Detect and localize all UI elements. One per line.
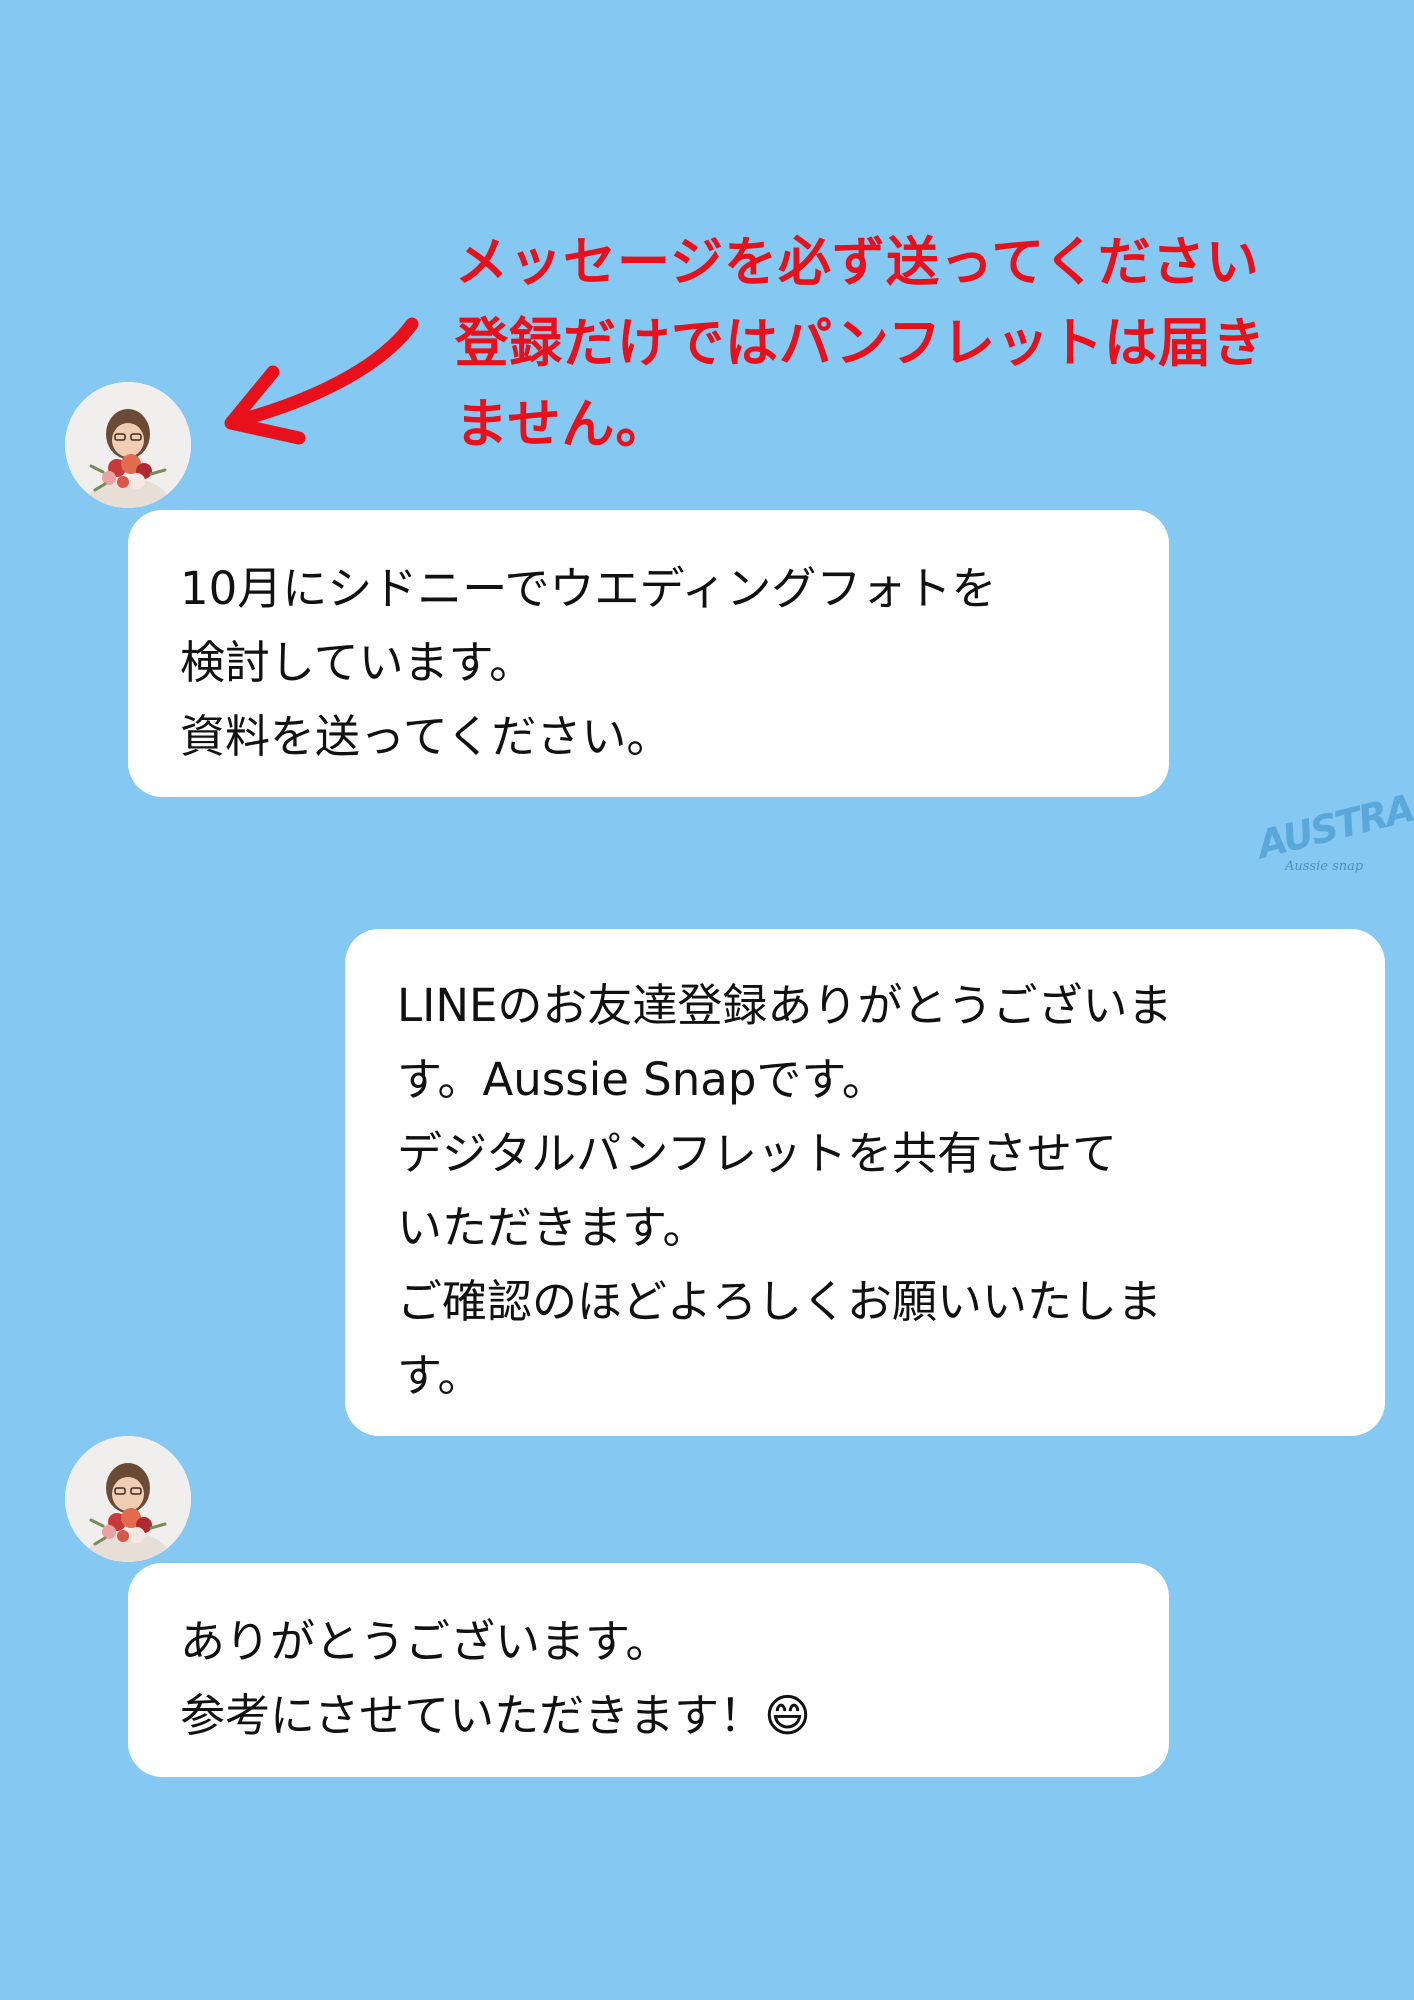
message-line: いただきます。 [397, 1201, 708, 1254]
avatar-photo [65, 382, 191, 508]
message-line: ありがとうございます。 [180, 1615, 671, 1668]
notice-line: ません。 [455, 394, 670, 455]
chat-screen: メッセージを必ず送ってください 登録だけではパンフレットは届き ません。 10月… [0, 0, 1414, 2000]
message-line: LINEのお友達登録ありがとうございま [397, 979, 1173, 1032]
avatar[interactable] [65, 382, 191, 508]
avatar[interactable] [65, 1436, 191, 1562]
message-line: す。 [397, 1349, 483, 1402]
logo-word: AUSTRALIA [1252, 771, 1414, 867]
message-bubble: 10月にシドニーでウエディングフォトを 検討しています。 資料を送ってください。 [128, 510, 1169, 797]
message-line: 資料を送ってください。 [180, 710, 672, 763]
message-line: ご確認のほどよろしくお願いいたしま [397, 1275, 1163, 1328]
message-line: 10月にシドニーでウエディングフォトを [180, 562, 997, 615]
message-line: す。Aussie Snapです。 [397, 1053, 887, 1106]
australia-logo: AUSTRALIA Aussie snap [1253, 771, 1414, 895]
message-line: 検討しています。 [180, 636, 535, 689]
notice-line: 登録だけではパンフレットは届き [455, 313, 1267, 374]
warning-notice: メッセージを必ず送ってください 登録だけではパンフレットは届き ません。 [455, 222, 1355, 465]
avatar-photo [65, 1436, 191, 1562]
message-line: デジタルパンフレットを共有させて [397, 1127, 1118, 1180]
message-line: 参考にさせていただきます！😄 [180, 1689, 812, 1742]
notice-line: メッセージを必ず送ってください [455, 232, 1260, 293]
message-bubble: LINEのお友達登録ありがとうございま す。Aussie Snapです。 デジタ… [345, 929, 1385, 1436]
logo-script: Aussie snap [1285, 859, 1364, 874]
message-bubble: ありがとうございます。 参考にさせていただきます！😄 [128, 1563, 1169, 1777]
arrow-icon [224, 317, 419, 445]
